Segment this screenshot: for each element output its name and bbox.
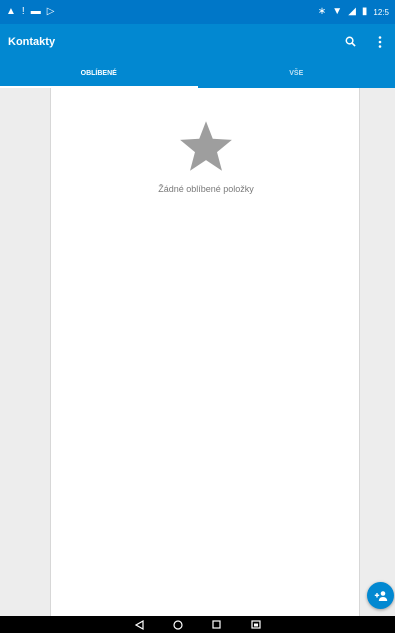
wifi-icon: ▼	[332, 6, 343, 17]
status-time: 12:5	[373, 7, 389, 17]
content-area: Žádné oblíbené položky	[0, 88, 395, 616]
play-store-icon: ▷	[46, 6, 55, 17]
status-bar-right: ∗ ▼ ◢ ▮ 12:5	[318, 7, 389, 17]
app-title: Kontakty	[8, 35, 56, 48]
screenshot-icon[interactable]	[249, 618, 263, 632]
tab-favorites[interactable]: OBLÍBENÉ	[0, 59, 198, 88]
back-icon[interactable]	[132, 618, 146, 632]
recents-icon[interactable]	[210, 618, 224, 632]
search-icon[interactable]	[343, 35, 357, 49]
bluetooth-icon: ∗	[317, 6, 327, 17]
favorites-panel: Žádné oblíbené položky	[50, 88, 360, 616]
tab-all[interactable]: VŠE	[198, 59, 395, 88]
tab-favorites-label: OBLÍBENÉ	[80, 70, 117, 77]
navigation-bar	[0, 616, 395, 633]
add-contact-button[interactable]	[367, 582, 394, 609]
image-icon: ▬	[30, 6, 41, 17]
signal-icon: ◢	[348, 6, 356, 17]
tab-bar: OBLÍBENÉ VŠE	[0, 59, 395, 88]
home-icon[interactable]	[171, 618, 185, 632]
star-icon	[180, 121, 232, 171]
more-vert-icon[interactable]	[373, 35, 387, 49]
tab-all-label: VŠE	[289, 70, 304, 77]
warning-icon: ▲	[6, 6, 16, 17]
empty-state-message: Žádné oblíbené položky	[158, 184, 254, 194]
alert-icon: !	[21, 6, 25, 17]
app-bar-actions	[343, 35, 387, 49]
status-bar-left: ▲ ! ▬ ▷	[6, 7, 54, 17]
status-bar: ▲ ! ▬ ▷ ∗ ▼ ◢ ▮ 12:5	[0, 0, 395, 24]
app-bar: Kontakty	[0, 24, 395, 59]
battery-icon: ▮	[361, 6, 368, 17]
add-contact-icon	[374, 590, 387, 601]
